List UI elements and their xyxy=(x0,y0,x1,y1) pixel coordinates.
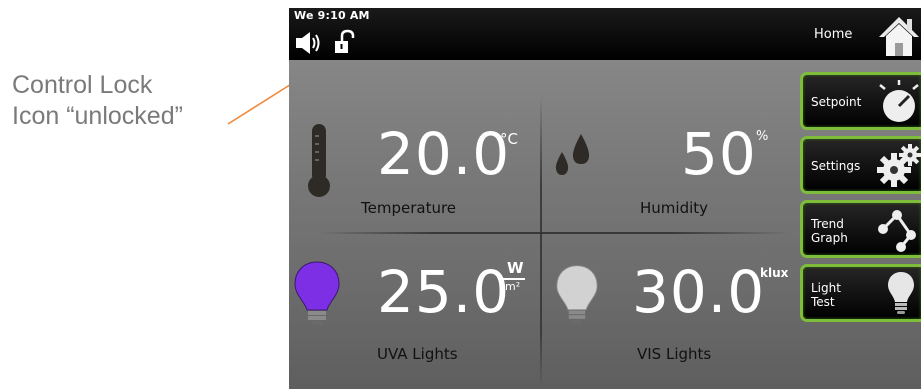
home-icon[interactable] xyxy=(877,15,921,57)
trend-graph-button[interactable]: Trend Graph xyxy=(800,200,921,258)
trend-graph-label: Trend Graph xyxy=(811,217,848,245)
home-label[interactable]: Home xyxy=(814,27,852,42)
uva-label: UVA Lights xyxy=(377,345,458,363)
device-screen: We 9:10 AM Home 20.0 °C Temperature 50 %… xyxy=(289,8,921,389)
datetime-display: We 9:10 AM xyxy=(294,9,370,22)
dial-icon xyxy=(879,80,919,122)
panel-divider-horizontal xyxy=(319,232,789,234)
light-bulb-icon xyxy=(888,272,914,314)
thermometer-icon xyxy=(308,124,330,197)
vis-bulb-icon xyxy=(556,265,598,324)
annotation-line-1: Control Lock xyxy=(12,71,153,99)
temperature-value: 20.0 xyxy=(377,120,511,188)
humidity-label: Humidity xyxy=(640,199,709,217)
humidity-unit: % xyxy=(756,129,769,144)
vis-value: 30.0 xyxy=(632,258,766,326)
humidity-value: 50 xyxy=(681,120,757,188)
unlocked-lock-icon[interactable] xyxy=(333,29,357,55)
water-drops-icon xyxy=(555,134,590,175)
panel-divider-vertical xyxy=(540,96,542,389)
gear-icon xyxy=(877,144,921,187)
uva-value: 25.0 xyxy=(377,258,511,326)
status-bar: We 9:10 AM Home xyxy=(289,8,921,60)
trend-graph-icon xyxy=(878,210,916,252)
settings-button[interactable]: Settings xyxy=(800,136,921,194)
uva-unit-denominator: m² xyxy=(505,280,521,293)
setpoint-label: Setpoint xyxy=(811,95,862,109)
uva-unit-numerator: W xyxy=(507,259,524,277)
annotation-line-2: Icon “unlocked” xyxy=(12,102,183,130)
uva-bulb-icon xyxy=(294,261,340,325)
temperature-unit: °C xyxy=(500,130,518,148)
light-test-button[interactable]: Light Test xyxy=(800,264,921,322)
settings-label: Settings xyxy=(811,159,861,173)
temperature-label: Temperature xyxy=(361,199,457,217)
vis-label: VIS Lights xyxy=(637,345,712,363)
speaker-icon[interactable] xyxy=(295,32,325,54)
setpoint-button[interactable]: Setpoint xyxy=(800,72,921,130)
control-lock-annotation: Control Lock Icon “unlocked” xyxy=(12,70,183,132)
light-test-label: Light Test xyxy=(811,281,841,309)
vis-unit: klux xyxy=(760,266,789,280)
